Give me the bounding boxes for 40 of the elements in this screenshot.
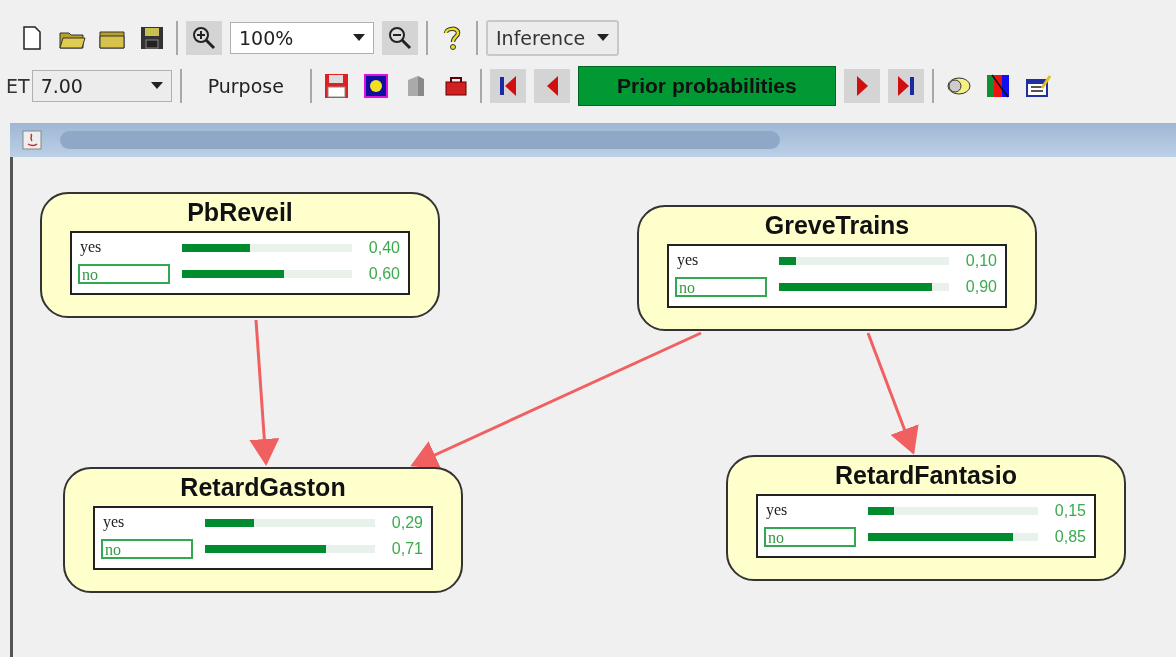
last-step-icon[interactable] [887, 69, 924, 103]
purpose-button[interactable]: Purpose [189, 75, 302, 97]
probability-value: 0,29 [390, 514, 423, 532]
node-title: RetardGaston [180, 473, 346, 502]
mode-dropdown[interactable]: Inference [486, 20, 620, 56]
probability-value: 0,10 [964, 252, 997, 270]
probability-value: 0,85 [1053, 528, 1086, 546]
state-label[interactable]: yes [675, 251, 767, 271]
state-label[interactable]: no [675, 277, 767, 297]
probability-value: 0,71 [390, 540, 423, 558]
probability-value: 0,60 [367, 265, 400, 283]
field-label: ET [6, 75, 30, 97]
caret-icon [353, 34, 365, 42]
caret-icon [597, 34, 610, 42]
state-label[interactable]: yes [764, 501, 856, 521]
next-step-icon[interactable] [843, 69, 880, 103]
node-title: RetardFantasio [835, 461, 1017, 490]
node-title: PbReveil [187, 198, 293, 227]
state-label[interactable]: no [101, 539, 193, 559]
state-label[interactable]: no [764, 527, 856, 547]
node-title: GreveTrains [764, 211, 910, 240]
caret-icon [150, 82, 163, 90]
java-icon [22, 130, 42, 150]
probability-value: 0,15 [1053, 502, 1086, 520]
node-card[interactable]: RetardGaston yes 0,29 no 0,71 [63, 467, 463, 593]
version-select[interactable]: 7.00 [31, 70, 172, 102]
state-label[interactable]: yes [78, 238, 170, 258]
step-display: Prior probabilities [577, 66, 836, 106]
first-step-icon[interactable] [489, 69, 526, 103]
node-card[interactable]: GreveTrains yes 0,10 no 0,90 [637, 205, 1037, 331]
node-card[interactable]: PbReveil yes 0,40 no 0,60 [40, 192, 440, 318]
state-label[interactable]: yes [101, 513, 193, 533]
node-card[interactable]: RetardFantasio yes 0,15 no 0,85 [726, 455, 1126, 581]
state-label[interactable]: no [78, 264, 170, 284]
probability-value: 0,90 [964, 278, 997, 296]
zoom-in-icon[interactable] [186, 21, 222, 55]
previous-step-icon[interactable] [533, 69, 570, 103]
zoom-select[interactable]: 100% [230, 22, 374, 54]
zoom-out-icon[interactable] [382, 21, 418, 55]
probability-value: 0,40 [367, 239, 400, 257]
